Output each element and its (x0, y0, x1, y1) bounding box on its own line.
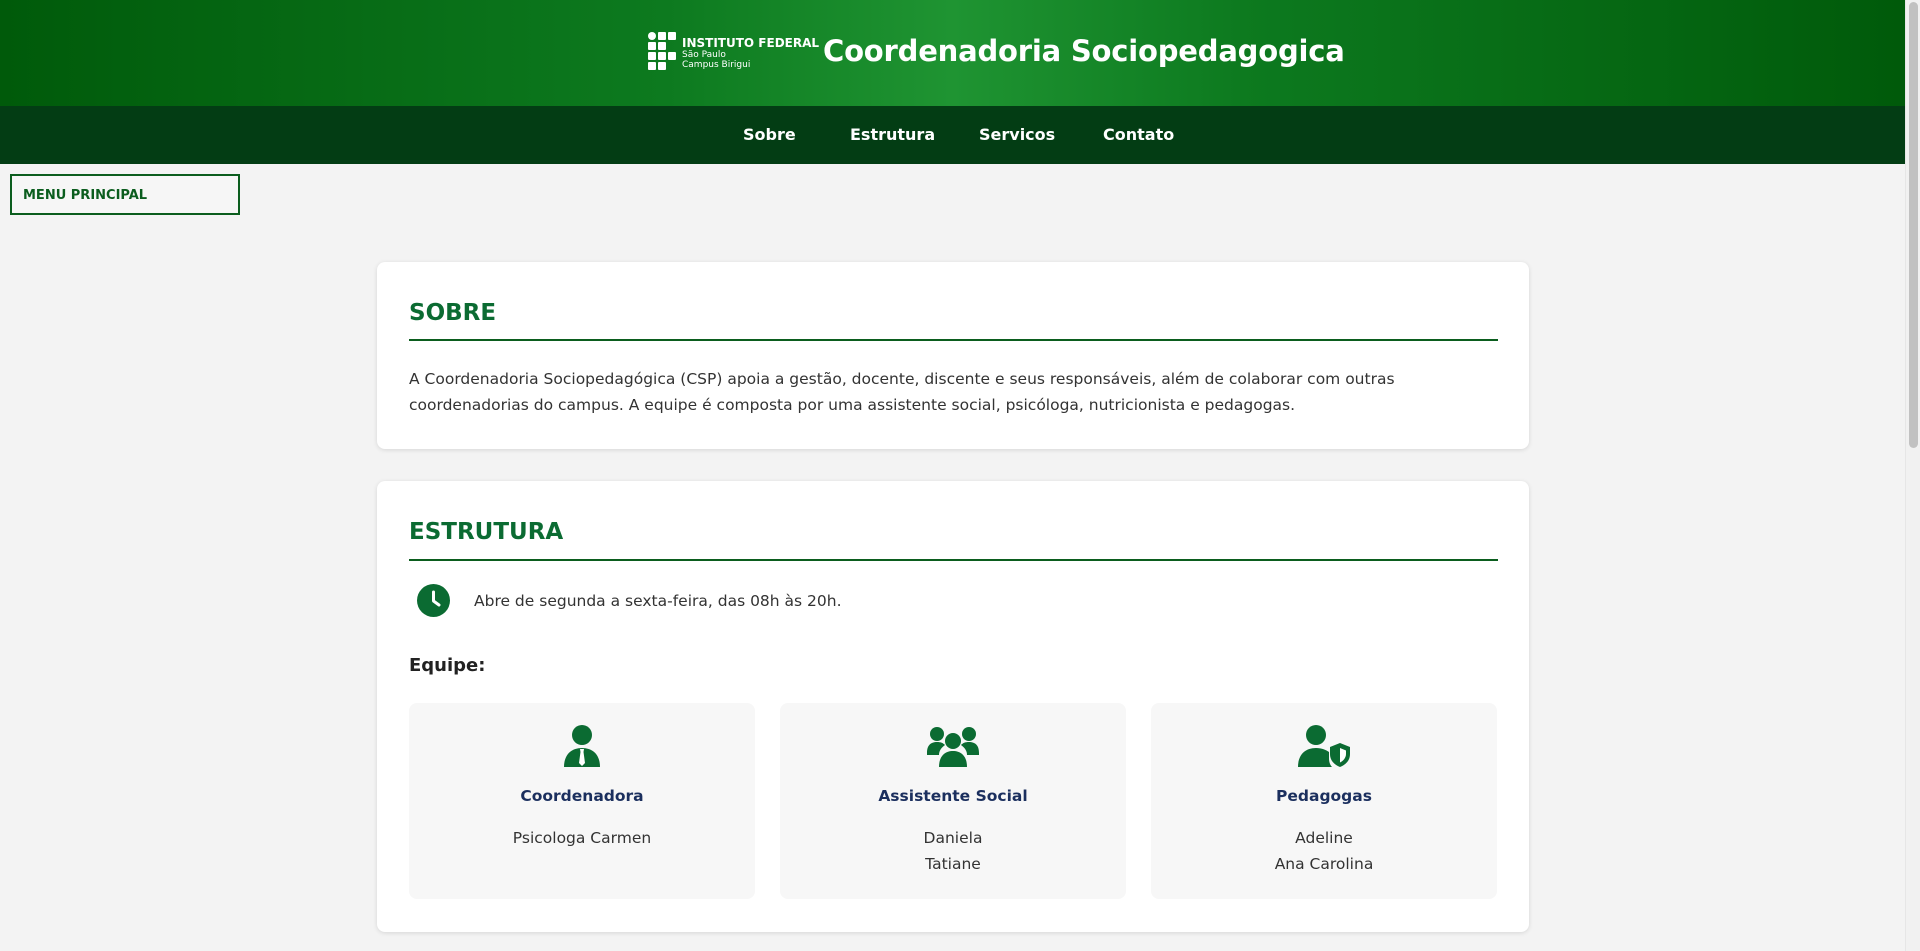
team-role: Coordenadora (520, 787, 644, 805)
team-label: Equipe: (409, 655, 486, 676)
sobre-section: SOBRE A Coordenadoria Sociopedagógica (C… (377, 262, 1529, 449)
main-menu-button[interactable]: MENU PRINCIPAL (10, 174, 240, 215)
section-divider (409, 559, 1498, 561)
team-member: Psicologa Carmen (512, 829, 652, 847)
user-tie-icon (563, 725, 601, 771)
page-scrollbar[interactable] (1905, 0, 1920, 951)
ifsp-logo-icon (648, 32, 676, 74)
team-member: Ana Carolina (1274, 855, 1374, 873)
nav-item-sobre[interactable]: Sobre (743, 125, 796, 144)
site-title: Coordenadoria Sociopedagogica (823, 34, 1345, 68)
users-icon (927, 725, 979, 771)
sobre-text: A Coordenadoria Sociopedagógica (CSP) ap… (409, 370, 1395, 414)
team-card-assistente-social: Assistente Social Daniela Tatiane (780, 703, 1126, 899)
estrutura-heading: ESTRUTURA (409, 519, 564, 545)
user-shield-icon (1298, 725, 1350, 771)
team-card-pedagogas: Pedagogas Adeline Ana Carolina (1151, 703, 1497, 899)
team-role: Assistente Social (878, 787, 1028, 805)
nav-item-estrutura[interactable]: Estrutura (850, 125, 935, 144)
clock-icon (417, 584, 450, 617)
section-divider (409, 339, 1498, 341)
team-member: Daniela (923, 829, 983, 847)
nav-item-contato[interactable]: Contato (1103, 125, 1174, 144)
team-member: Tatiane (925, 855, 981, 873)
team-card-coordenadora: Coordenadora Psicologa Carmen (409, 703, 755, 899)
nav-item-servicos[interactable]: Servicos (979, 125, 1055, 144)
team-member: Adeline (1295, 829, 1353, 847)
logo-line-institute: INSTITUTO FEDERAL (682, 35, 820, 50)
opening-hours: Abre de segunda a sexta-feira, das 08h à… (474, 592, 842, 610)
team-role: Pedagogas (1276, 787, 1372, 805)
sobre-heading: SOBRE (409, 300, 497, 326)
ifsp-logo[interactable]: INSTITUTO FEDERAL São Paulo Campus Birig… (648, 32, 819, 74)
logo-line-state: São Paulo (682, 49, 726, 60)
estrutura-section: ESTRUTURA Abre de segunda a sexta-feira,… (377, 481, 1529, 932)
site-header: INSTITUTO FEDERAL São Paulo Campus Birig… (0, 0, 1905, 106)
logo-line-campus: Campus Birigui (682, 59, 751, 70)
scrollbar-thumb[interactable] (1909, 2, 1918, 448)
main-nav: Sobre Estrutura Servicos Contato (0, 106, 1905, 164)
